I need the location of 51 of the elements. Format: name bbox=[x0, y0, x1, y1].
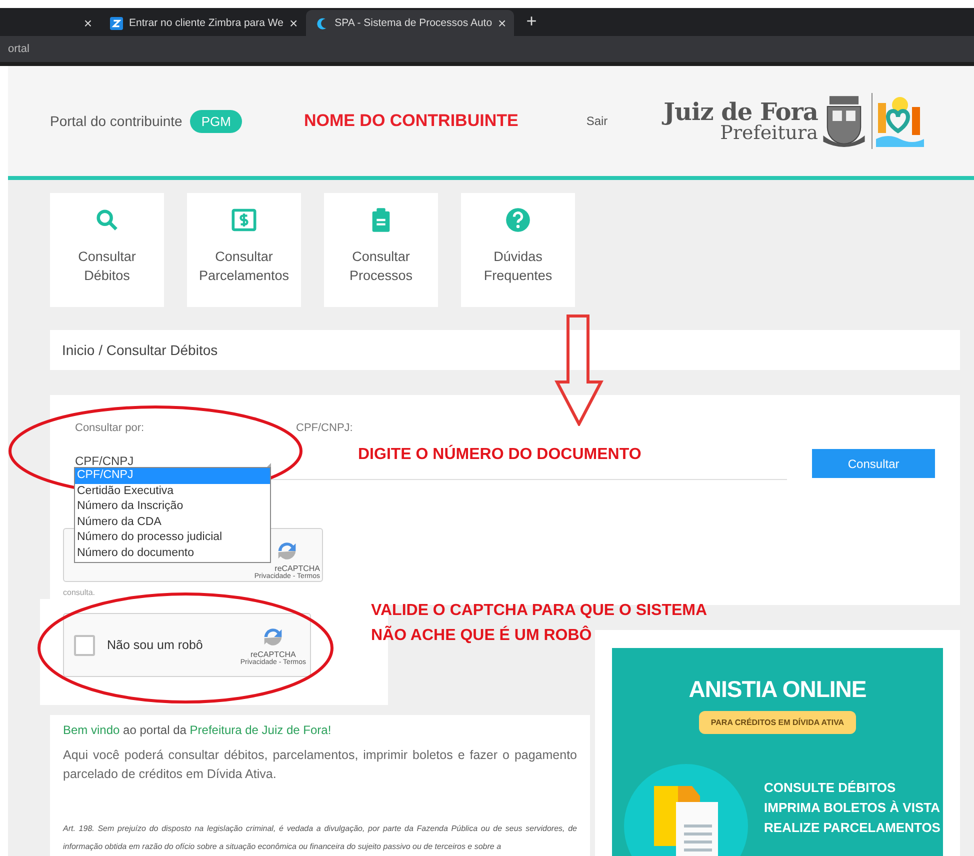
dropdown-option[interactable]: Número da Inscrição bbox=[75, 499, 270, 515]
logo-title: Juiz de Fora bbox=[664, 100, 818, 124]
dropdown-option[interactable]: Número do processo judicial bbox=[75, 530, 270, 546]
dropdown-option[interactable]: Certidão Executiva bbox=[75, 484, 270, 500]
dropdown-option[interactable]: Número do documento bbox=[75, 546, 270, 562]
tab-title: SPA - Sistema de Processos Auto bbox=[334, 17, 492, 29]
portal-label: Portal do contribuinte bbox=[50, 113, 182, 129]
captcha-checkbox[interactable] bbox=[74, 634, 95, 656]
zimbra-icon bbox=[110, 16, 123, 30]
tab-title: Entrar no cliente Zimbra para We bbox=[129, 17, 284, 29]
coat-of-arms-icon bbox=[822, 94, 866, 148]
close-icon[interactable]: × bbox=[84, 15, 92, 31]
menu-card[interactable]: Consultar Débitos bbox=[50, 193, 164, 307]
banner-line: REALIZE PARCELAMENTOS bbox=[764, 819, 940, 837]
browser-tab[interactable]: Entrar no cliente Zimbra para We × bbox=[100, 10, 306, 36]
logout-link[interactable]: Sair bbox=[586, 114, 608, 128]
close-icon[interactable]: × bbox=[498, 15, 506, 31]
annotation-text: DIGITE O NÚMERO DO DOCUMENTO bbox=[358, 444, 642, 465]
address-text: ortal bbox=[8, 43, 30, 55]
pgm-badge: PGM bbox=[190, 110, 242, 132]
banner-tag: PARA CRÉDITOS EM DÍVIDA ATIVA bbox=[698, 711, 856, 734]
browser-tab[interactable]: SPA - Sistema de Processos Auto × bbox=[306, 10, 514, 36]
field-label: Consultar por: bbox=[75, 422, 146, 434]
close-icon[interactable]: × bbox=[289, 15, 298, 31]
promo-banner[interactable]: ANISTIA ONLINE PARA CRÉDITOS EM DÍVIDA ATIVA CONSULTE DÉBITOS IMPRIMA BOLETOS À VISTA REALIZE PARCELAMENTOS bbox=[612, 648, 943, 856]
city-emblem-drawing bbox=[870, 93, 926, 149]
dropdown-option[interactable]: Número da CDA bbox=[75, 514, 270, 530]
banner-line: IMPRIMA BOLETOS À VISTA bbox=[764, 799, 940, 817]
new-tab-button[interactable]: + bbox=[526, 11, 537, 32]
menu-card[interactable]: Dúvidas Frequentes bbox=[461, 193, 575, 307]
welcome-text: Aqui você poderá consultar débitos, parcelamentos, imprimir boletos e fazer o pagamento parcelado de créditos em Dívida Ativa. bbox=[63, 747, 577, 783]
welcome-heading: Bem vindo ao portal da Prefeitura de Juiz de Fora! bbox=[63, 723, 332, 737]
legal-text: Art. 198. Sem prejuízo do disposto na legislação criminal, é vedada a divulgação, por parte da Fazenda Pública ou de seus servidores, de informação obtida em razão do ofício sobre a situação econômica ou financeira do sujeito passivo ou de terceiros e sobre a bbox=[63, 823, 577, 853]
crescent-icon bbox=[316, 16, 329, 30]
breadcrumb[interactable]: Inicio / Consultar Débitos bbox=[62, 342, 218, 358]
note-text: consulta. bbox=[63, 588, 96, 597]
menu-card[interactable]: Consultar Processos bbox=[324, 193, 438, 307]
user-name: NOME DO CONTRIBUINTE bbox=[304, 111, 518, 131]
menu-card[interactable]: Consultar Parcelamentos bbox=[187, 193, 301, 307]
annotation-text: VALIDE O CAPTCHA PARA QUE O SISTEMA NÃO ACHE QUE É UM ROBÔ bbox=[371, 601, 708, 646]
banner-title: ANISTIA ONLINE bbox=[688, 676, 866, 703]
help-icon bbox=[505, 207, 531, 233]
banner-line: CONSULTE DÉBITOS bbox=[764, 779, 897, 797]
recaptcha-brand: reCAPTCHA bbox=[250, 650, 296, 659]
search-icon bbox=[94, 207, 120, 233]
browser-tab[interactable]: × bbox=[0, 10, 100, 36]
recaptcha-brand: reCAPTCHA bbox=[274, 564, 320, 573]
logo-subtitle: Prefeitura bbox=[720, 124, 818, 142]
field-label: CPF/CNPJ: bbox=[296, 422, 353, 434]
money-icon bbox=[231, 207, 257, 233]
captcha-label: Não sou um robô bbox=[107, 638, 204, 652]
